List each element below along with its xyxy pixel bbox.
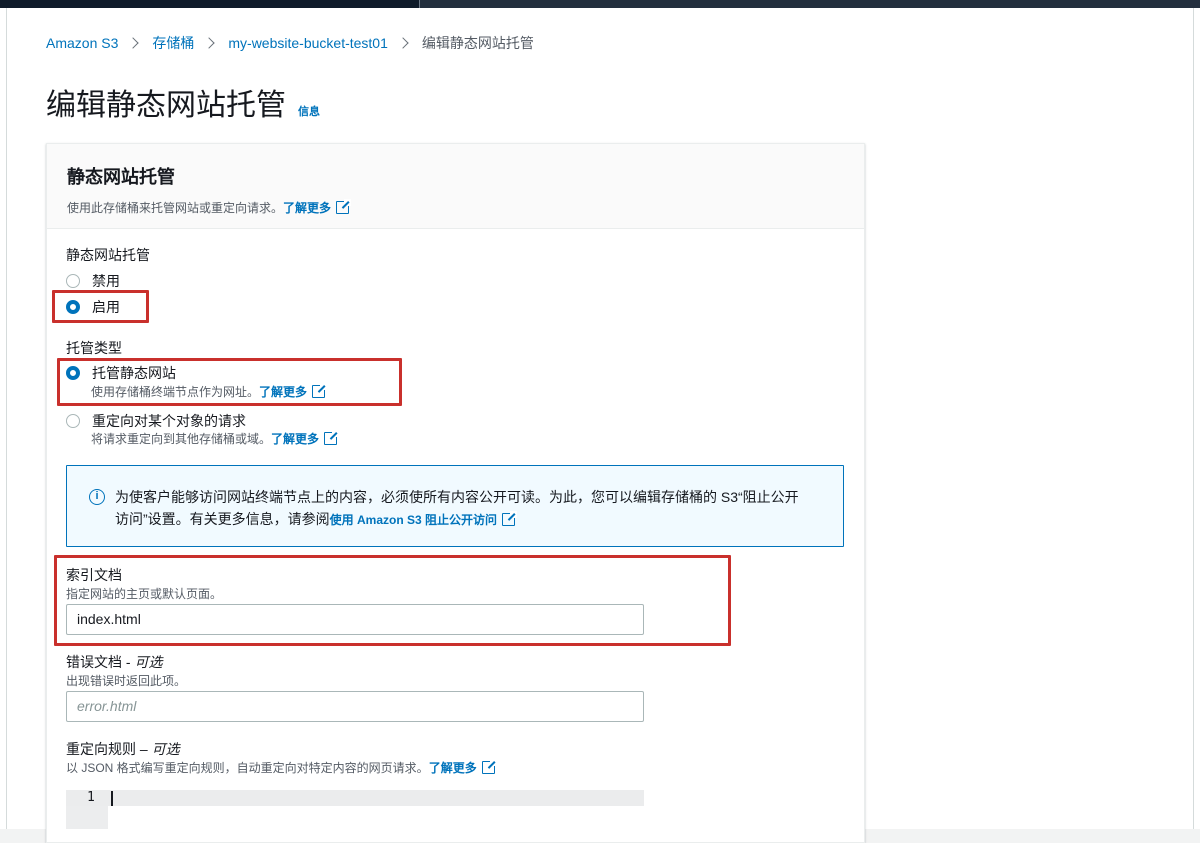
chevron-right-icon	[397, 37, 409, 49]
radio-redirect-button[interactable]	[66, 414, 80, 428]
learn-more-link-redirect[interactable]: 了解更多	[271, 432, 319, 446]
highlight-index-document	[54, 555, 731, 646]
alert-line-2: 访问”设置。有关更多信息，请参阅	[115, 511, 330, 527]
external-link-icon	[324, 430, 340, 445]
breadcrumb-bucket-name[interactable]: my-website-bucket-test01	[228, 35, 388, 51]
error-document-description: 出现错误时返回此项。	[66, 674, 187, 688]
redirect-rules-description-text: 以 JSON 格式编写重定向规则，自动重定向对特定内容的网页请求。	[66, 761, 429, 775]
hosting-type-label: 托管类型	[66, 340, 122, 356]
chevron-right-icon	[127, 37, 140, 49]
left-divider	[6, 8, 7, 829]
info-alert: i 为使客户能够访问网站终端节点上的内容，必须使所有内容公开可读。为此，您可以编…	[66, 465, 844, 547]
text-caret	[111, 791, 113, 806]
info-icon: i	[89, 489, 105, 505]
breadcrumb-amazon-s3[interactable]: Amazon S3	[46, 35, 118, 51]
external-link-icon	[502, 511, 518, 526]
error-document-label: 错误文档 - 可选	[66, 652, 162, 672]
redirect-rules-label: 重定向规则 – 可选	[66, 739, 180, 759]
right-divider	[1193, 8, 1194, 829]
hosting-label: 静态网站托管	[66, 247, 150, 263]
radio-redirect-label: 重定向对某个对象的请求	[92, 413, 246, 429]
page-title: 编辑静态网站托管	[46, 89, 286, 122]
error-document-label-text: 错误文档 -	[66, 654, 135, 670]
block-public-access-link[interactable]: 使用 Amazon S3 阻止公开访问	[330, 513, 497, 527]
error-document-input[interactable]: error.html	[66, 691, 644, 722]
breadcrumb-buckets[interactable]: 存储桶	[152, 33, 194, 53]
learn-more-link[interactable]: 了解更多	[283, 201, 331, 215]
optional-tag: 可选	[151, 741, 180, 757]
alert-line-1: 为使客户能够访问网站终端节点上的内容，必须使所有内容公开可读。为此，您可以编辑存…	[115, 489, 799, 505]
panel-header: 静态网站托管 使用此存储桶来托管网站或重定向请求。了解更多	[47, 144, 864, 229]
radio-disable-button[interactable]	[66, 274, 80, 288]
chevron-right-icon	[203, 37, 216, 49]
radio-disable-label: 禁用	[92, 273, 120, 289]
breadcrumb-current: 编辑静态网站托管	[421, 35, 534, 51]
breadcrumb: Amazon S3 存储桶 my-website-bucket-test01 编…	[46, 33, 534, 53]
radio-disable[interactable]: 禁用	[66, 271, 120, 291]
optional-tag: 可选	[134, 654, 163, 670]
top-bar-segment	[0, 0, 420, 8]
redirect-rules-label-text: 重定向规则 –	[66, 741, 152, 757]
panel-description: 使用此存储桶来托管网站或重定向请求。了解更多	[67, 199, 864, 216]
top-bar	[0, 0, 1200, 8]
external-link-icon	[481, 759, 497, 774]
highlight-host-static	[57, 358, 402, 406]
redirect-rules-description: 以 JSON 格式编写重定向规则，自动重定向对特定内容的网页请求。了解更多	[66, 759, 497, 776]
panel-description-text: 使用此存储桶来托管网站或重定向请求。	[67, 201, 284, 215]
redirect-description-text: 将请求重定向到其他存储桶或域。	[91, 432, 272, 446]
redirect-rules-editor[interactable]: 1	[66, 790, 644, 829]
line-number: 1	[87, 790, 95, 805]
learn-more-link-rules[interactable]: 了解更多	[429, 761, 477, 775]
info-link[interactable]: 信息	[298, 103, 320, 119]
editor-active-line	[66, 790, 644, 806]
external-link-icon	[336, 199, 352, 214]
highlight-enable	[52, 290, 149, 323]
panel-title: 静态网站托管	[67, 167, 175, 187]
radio-redirect[interactable]: 重定向对某个对象的请求	[66, 411, 246, 431]
redirect-description: 将请求重定向到其他存储桶或域。了解更多	[91, 430, 340, 447]
page-header: 编辑静态网站托管 信息	[46, 80, 320, 124]
alert-text: 为使客户能够访问网站终端节点上的内容，必须使所有内容公开可读。为此，您可以编辑存…	[115, 486, 825, 531]
